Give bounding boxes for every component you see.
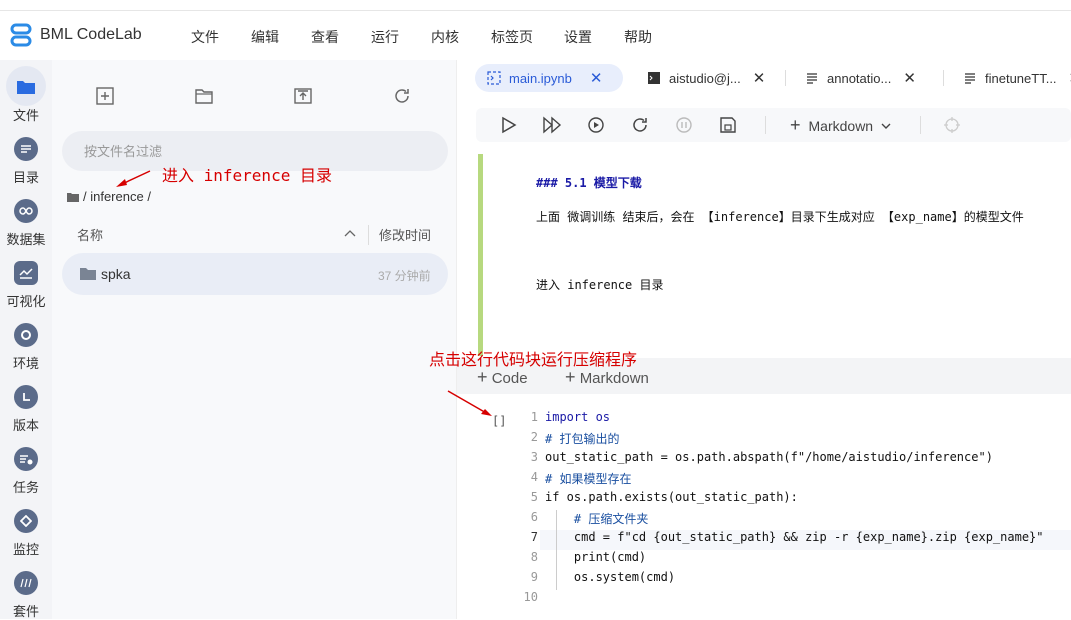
arrow-to-prompt [447,390,492,416]
annotation-enter-dir: 进入 inference 目录 [162,166,332,185]
annotation-arrows [116,170,492,416]
annotation-run-cell: 点击这行代码块运行压缩程序 [429,352,638,369]
arrow-to-breadcrumb [116,170,151,187]
